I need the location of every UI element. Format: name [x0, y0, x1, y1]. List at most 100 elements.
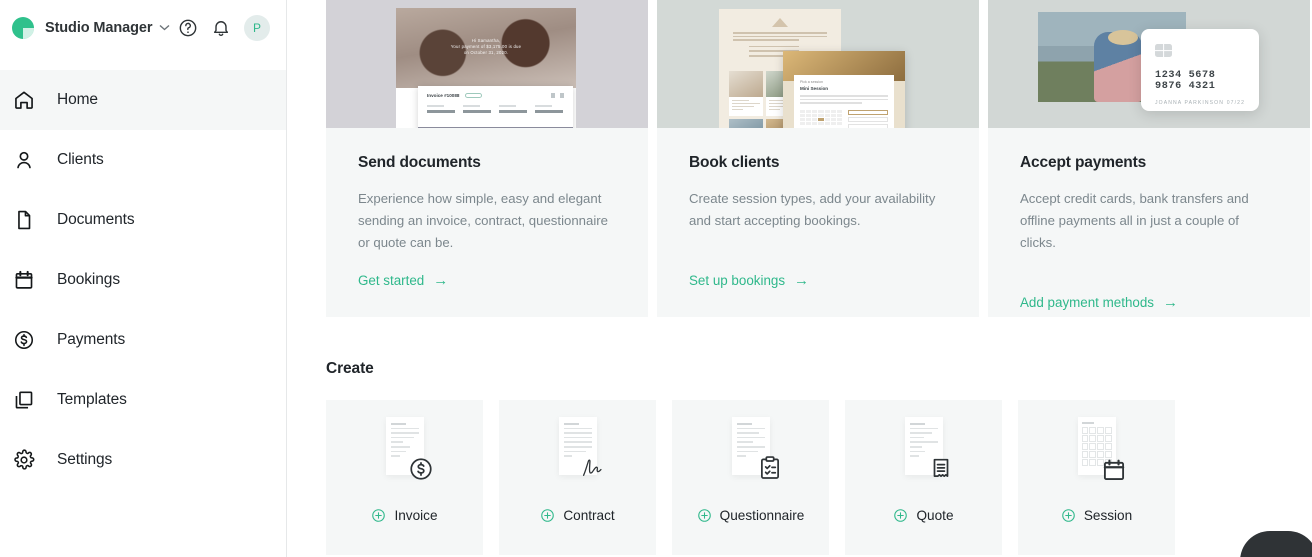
- sidebar-item-label: Documents: [57, 211, 135, 228]
- calendar-icon: [1101, 457, 1127, 483]
- credit-card-graphic: 1234 5678 9876 4321 JOANNA PARKINSON 07/…: [1141, 29, 1259, 111]
- create-item-label: Questionnaire: [719, 508, 805, 523]
- card-number: 1234 5678 9876 4321: [1155, 70, 1216, 92]
- invoice-pay-button: [418, 127, 573, 128]
- gear-icon: [13, 449, 35, 471]
- plus-circle-icon: [697, 508, 712, 523]
- promo-illustration-invoice: Hi Samantha, Your payment of $3,175.00 i…: [326, 0, 648, 128]
- create-item-label: Invoice: [394, 508, 438, 523]
- promo-card-accept-payments[interactable]: 1234 5678 9876 4321 JOANNA PARKINSON 07/…: [988, 0, 1310, 317]
- quote-art: [845, 400, 1002, 502]
- create-label-row: Invoice: [371, 508, 438, 523]
- sidebar-item-label: Bookings: [57, 271, 120, 288]
- invoice-hero-photo: Hi Samantha, Your payment of $3,175.00 i…: [396, 8, 576, 88]
- dollar-circle-icon: [13, 329, 35, 351]
- calendar-icon: [13, 269, 35, 291]
- promo-card-book-clients[interactable]: Pick a session Mini Session Book clients…: [657, 0, 979, 317]
- create-card-questionnaire[interactable]: Questionnaire: [672, 400, 829, 555]
- create-cards-row: Invoice Contract Questionnaire Quote Ses…: [326, 400, 1312, 555]
- sidebar-item-home[interactable]: Home: [0, 70, 286, 130]
- create-item-label: Session: [1083, 508, 1133, 523]
- bell-icon[interactable]: [211, 18, 231, 38]
- sidebar-item-bookings[interactable]: Bookings: [0, 250, 286, 310]
- promo-card-send-documents[interactable]: Hi Samantha, Your payment of $3,175.00 i…: [326, 0, 648, 317]
- create-label-row: Quote: [893, 508, 954, 523]
- brand-row: Studio Manager P: [0, 0, 286, 56]
- booking-calendar: [800, 109, 842, 129]
- sidebar-item-payments[interactable]: Payments: [0, 310, 286, 370]
- promo-card-description: Create session types, add your availabil…: [689, 191, 936, 228]
- promo-cards-row: Hi Samantha, Your payment of $3,175.00 i…: [326, 0, 1312, 317]
- create-item-label: Contract: [563, 508, 615, 523]
- promo-cta-label: Set up bookings: [689, 273, 786, 288]
- avatar[interactable]: P: [244, 15, 270, 41]
- create-label-row: Session: [1061, 508, 1132, 523]
- promo-cta-label: Get started: [358, 273, 425, 288]
- create-card-contract[interactable]: Contract: [499, 400, 656, 555]
- home-icon: [13, 89, 35, 111]
- sidebar-item-settings[interactable]: Settings: [0, 430, 286, 490]
- create-label-row: Questionnaire: [697, 508, 805, 523]
- contract-art: [499, 400, 656, 502]
- card-expiry: 07/22: [1226, 100, 1245, 106]
- chevron-down-icon[interactable]: [159, 23, 170, 34]
- card-holder-name: JOANNA PARKINSON: [1155, 100, 1225, 106]
- sidebar-item-clients[interactable]: Clients: [0, 130, 286, 190]
- get-started-link[interactable]: Get started →: [358, 273, 448, 288]
- invoice-hero-text: Hi Samantha, Your payment of $3,175.00 i…: [431, 38, 541, 56]
- dollar-coin-icon: [408, 456, 434, 482]
- create-item-label: Quote: [916, 508, 954, 523]
- print-icon: [551, 93, 555, 98]
- add-payment-methods-link[interactable]: Add payment methods →: [1020, 295, 1178, 310]
- promo-cta-label: Add payment methods: [1020, 295, 1154, 310]
- set-up-bookings-link[interactable]: Set up bookings →: [689, 273, 809, 288]
- sidebar-item-documents[interactable]: Documents: [0, 190, 286, 250]
- header-icons: P: [178, 15, 286, 41]
- invoice-meta-row: [418, 98, 573, 113]
- promo-card-title: Send documents: [358, 154, 481, 171]
- questionnaire-art: [672, 400, 829, 502]
- sidebar: Studio Manager P Home Clients Documents …: [0, 0, 287, 557]
- sidebar-nav: Home Clients Documents Bookings Payments…: [0, 70, 286, 490]
- create-card-invoice[interactable]: Invoice: [326, 400, 483, 555]
- create-section: Create Invoice Contract Questionnaire Qu…: [326, 360, 1312, 555]
- plus-circle-icon: [1061, 508, 1076, 523]
- create-card-quote[interactable]: Quote: [845, 400, 1002, 555]
- bookings-preview: Pick a session Mini Session: [719, 9, 905, 128]
- app-logo-icon: [12, 17, 34, 39]
- sidebar-item-label: Templates: [57, 391, 127, 408]
- session-tile: [729, 119, 763, 128]
- main-content: Hi Samantha, Your payment of $3,175.00 i…: [287, 0, 1312, 557]
- session-art: [1018, 400, 1175, 502]
- signature-icon: [581, 458, 607, 484]
- promo-card-description: Accept credit cards, bank transfers and …: [1020, 191, 1249, 250]
- promo-card-description: Experience how simple, easy and elegant …: [358, 191, 608, 250]
- sidebar-item-label: Payments: [57, 331, 126, 348]
- create-label-row: Contract: [540, 508, 615, 523]
- booking-time-slots: [848, 109, 888, 128]
- plus-circle-icon: [893, 508, 908, 523]
- sidebar-item-label: Home: [57, 91, 98, 108]
- promo-illustration-payments: 1234 5678 9876 4321 JOANNA PARKINSON 07/…: [988, 0, 1310, 128]
- session-tile: [729, 71, 763, 116]
- app-root: Studio Manager P Home Clients Documents …: [0, 0, 1312, 557]
- sidebar-item-label: Settings: [57, 451, 113, 468]
- invoice-due-line: on October 31, 2020.: [463, 50, 509, 56]
- plus-circle-icon: [540, 508, 555, 523]
- promo-illustration-bookings: Pick a session Mini Session: [657, 0, 979, 128]
- plus-circle-icon: [371, 508, 386, 523]
- create-card-session[interactable]: Session: [1018, 400, 1175, 555]
- invoice-art: [326, 400, 483, 502]
- sidebar-item-templates[interactable]: Templates: [0, 370, 286, 430]
- booking-detail-panel: Pick a session Mini Session: [783, 51, 905, 128]
- invoice-status-badge: [465, 93, 483, 98]
- booking-session-title: Mini Session: [800, 86, 829, 91]
- arrow-right-icon: →: [1163, 294, 1178, 311]
- invoice-number: Invoice #10088: [427, 93, 460, 98]
- person-icon: [13, 149, 35, 171]
- layers-icon: [13, 389, 35, 411]
- receipt-icon: [928, 456, 954, 482]
- document-icon: [13, 209, 35, 231]
- help-circle-icon[interactable]: [178, 18, 198, 38]
- card-chip-icon: [1155, 44, 1172, 57]
